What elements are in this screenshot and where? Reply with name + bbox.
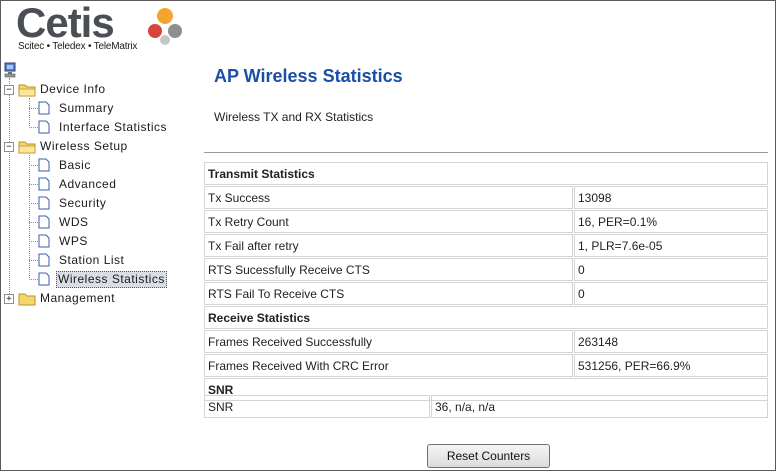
page-title: AP Wireless Statistics — [214, 66, 403, 86]
stat-value: 13098 — [574, 186, 768, 209]
tree-item-wps[interactable]: WPS — [57, 234, 90, 249]
management-expand-toggle[interactable]: + — [4, 294, 14, 304]
table-row: Frames Received With CRC Error 531256, P… — [204, 354, 768, 377]
page-icon — [38, 215, 50, 229]
device-info-collapse-toggle[interactable]: − — [4, 85, 14, 95]
table-row: RTS Sucessfully Receive CTS 0 — [204, 258, 768, 281]
tree-item-advanced[interactable]: Advanced — [57, 177, 118, 192]
computer-icon[interactable] — [3, 62, 17, 78]
page-icon — [38, 196, 50, 210]
stat-label: Tx Success — [204, 186, 573, 209]
tree-item-basic[interactable]: Basic — [57, 158, 93, 173]
tree-item-station-list[interactable]: Station List — [57, 253, 126, 268]
stat-value: 1, PLR=7.6e-05 — [574, 234, 768, 257]
tree-item-wireless-statistics[interactable]: Wireless Statistics — [56, 271, 167, 288]
stat-label: Tx Retry Count — [204, 210, 573, 233]
stat-label: RTS Fail To Receive CTS — [204, 282, 573, 305]
stat-label: Frames Received With CRC Error — [204, 354, 573, 377]
table-row: SNR 36, n/a, n/a — [204, 395, 768, 418]
page-icon — [38, 120, 50, 134]
table-row: Tx Success 13098 — [204, 186, 768, 209]
table-row: Frames Received Successfully 263148 — [204, 330, 768, 353]
tree-item-wds[interactable]: WDS — [57, 215, 91, 230]
logo-brand: Cetis — [16, 0, 115, 46]
folder-open-icon — [18, 141, 36, 154]
wireless-setup-collapse-toggle[interactable]: − — [4, 142, 14, 152]
transmit-section-heading: Transmit Statistics — [204, 162, 768, 185]
cetis-logo: Cetis Scitec • Teledex • TeleMatrix — [10, 0, 185, 56]
receive-section-heading: Receive Statistics — [204, 306, 768, 329]
page-icon — [38, 272, 50, 286]
stat-label: Frames Received Successfully — [204, 330, 573, 353]
page-icon — [38, 158, 50, 172]
divider — [204, 152, 768, 153]
tree-item-wireless-setup[interactable]: Wireless Setup — [38, 139, 130, 154]
page-icon — [38, 177, 50, 191]
statistics-table: Transmit Statistics Tx Success 13098 Tx … — [203, 161, 769, 402]
stat-value: 16, PER=0.1% — [574, 210, 768, 233]
stat-value: 531256, PER=66.9% — [574, 354, 768, 377]
folder-closed-icon — [18, 293, 36, 306]
tree-item-security[interactable]: Security — [57, 196, 108, 211]
snr-table: SNR 36, n/a, n/a — [203, 394, 769, 419]
table-row: Tx Retry Count 16, PER=0.1% — [204, 210, 768, 233]
page-icon — [38, 234, 50, 248]
logo-dots-icon — [148, 8, 182, 45]
snr-label: SNR — [204, 395, 430, 418]
stat-value: 0 — [574, 258, 768, 281]
table-row: Tx Fail after retry 1, PLR=7.6e-05 — [204, 234, 768, 257]
page-icon — [38, 253, 50, 267]
navigation-tree: − Device Info Summary Interface Statisti… — [0, 60, 195, 460]
tree-item-interface-statistics[interactable]: Interface Statistics — [57, 120, 169, 135]
stat-label: RTS Sucessfully Receive CTS — [204, 258, 573, 281]
table-row: RTS Fail To Receive CTS 0 — [204, 282, 768, 305]
page-icon — [38, 101, 50, 115]
snr-value: 36, n/a, n/a — [431, 395, 768, 418]
folder-open-icon — [18, 84, 36, 97]
stat-value: 0 — [574, 282, 768, 305]
stat-value: 263148 — [574, 330, 768, 353]
tree-item-management[interactable]: Management — [38, 291, 117, 306]
tree-item-summary[interactable]: Summary — [57, 101, 116, 116]
logo-tagline: Scitec • Teledex • TeleMatrix — [18, 41, 138, 52]
tree-item-device-info[interactable]: Device Info — [38, 82, 108, 97]
stat-label: Tx Fail after retry — [204, 234, 573, 257]
page-subtitle: Wireless TX and RX Statistics — [214, 110, 374, 124]
reset-counters-button[interactable]: Reset Counters — [427, 444, 550, 468]
